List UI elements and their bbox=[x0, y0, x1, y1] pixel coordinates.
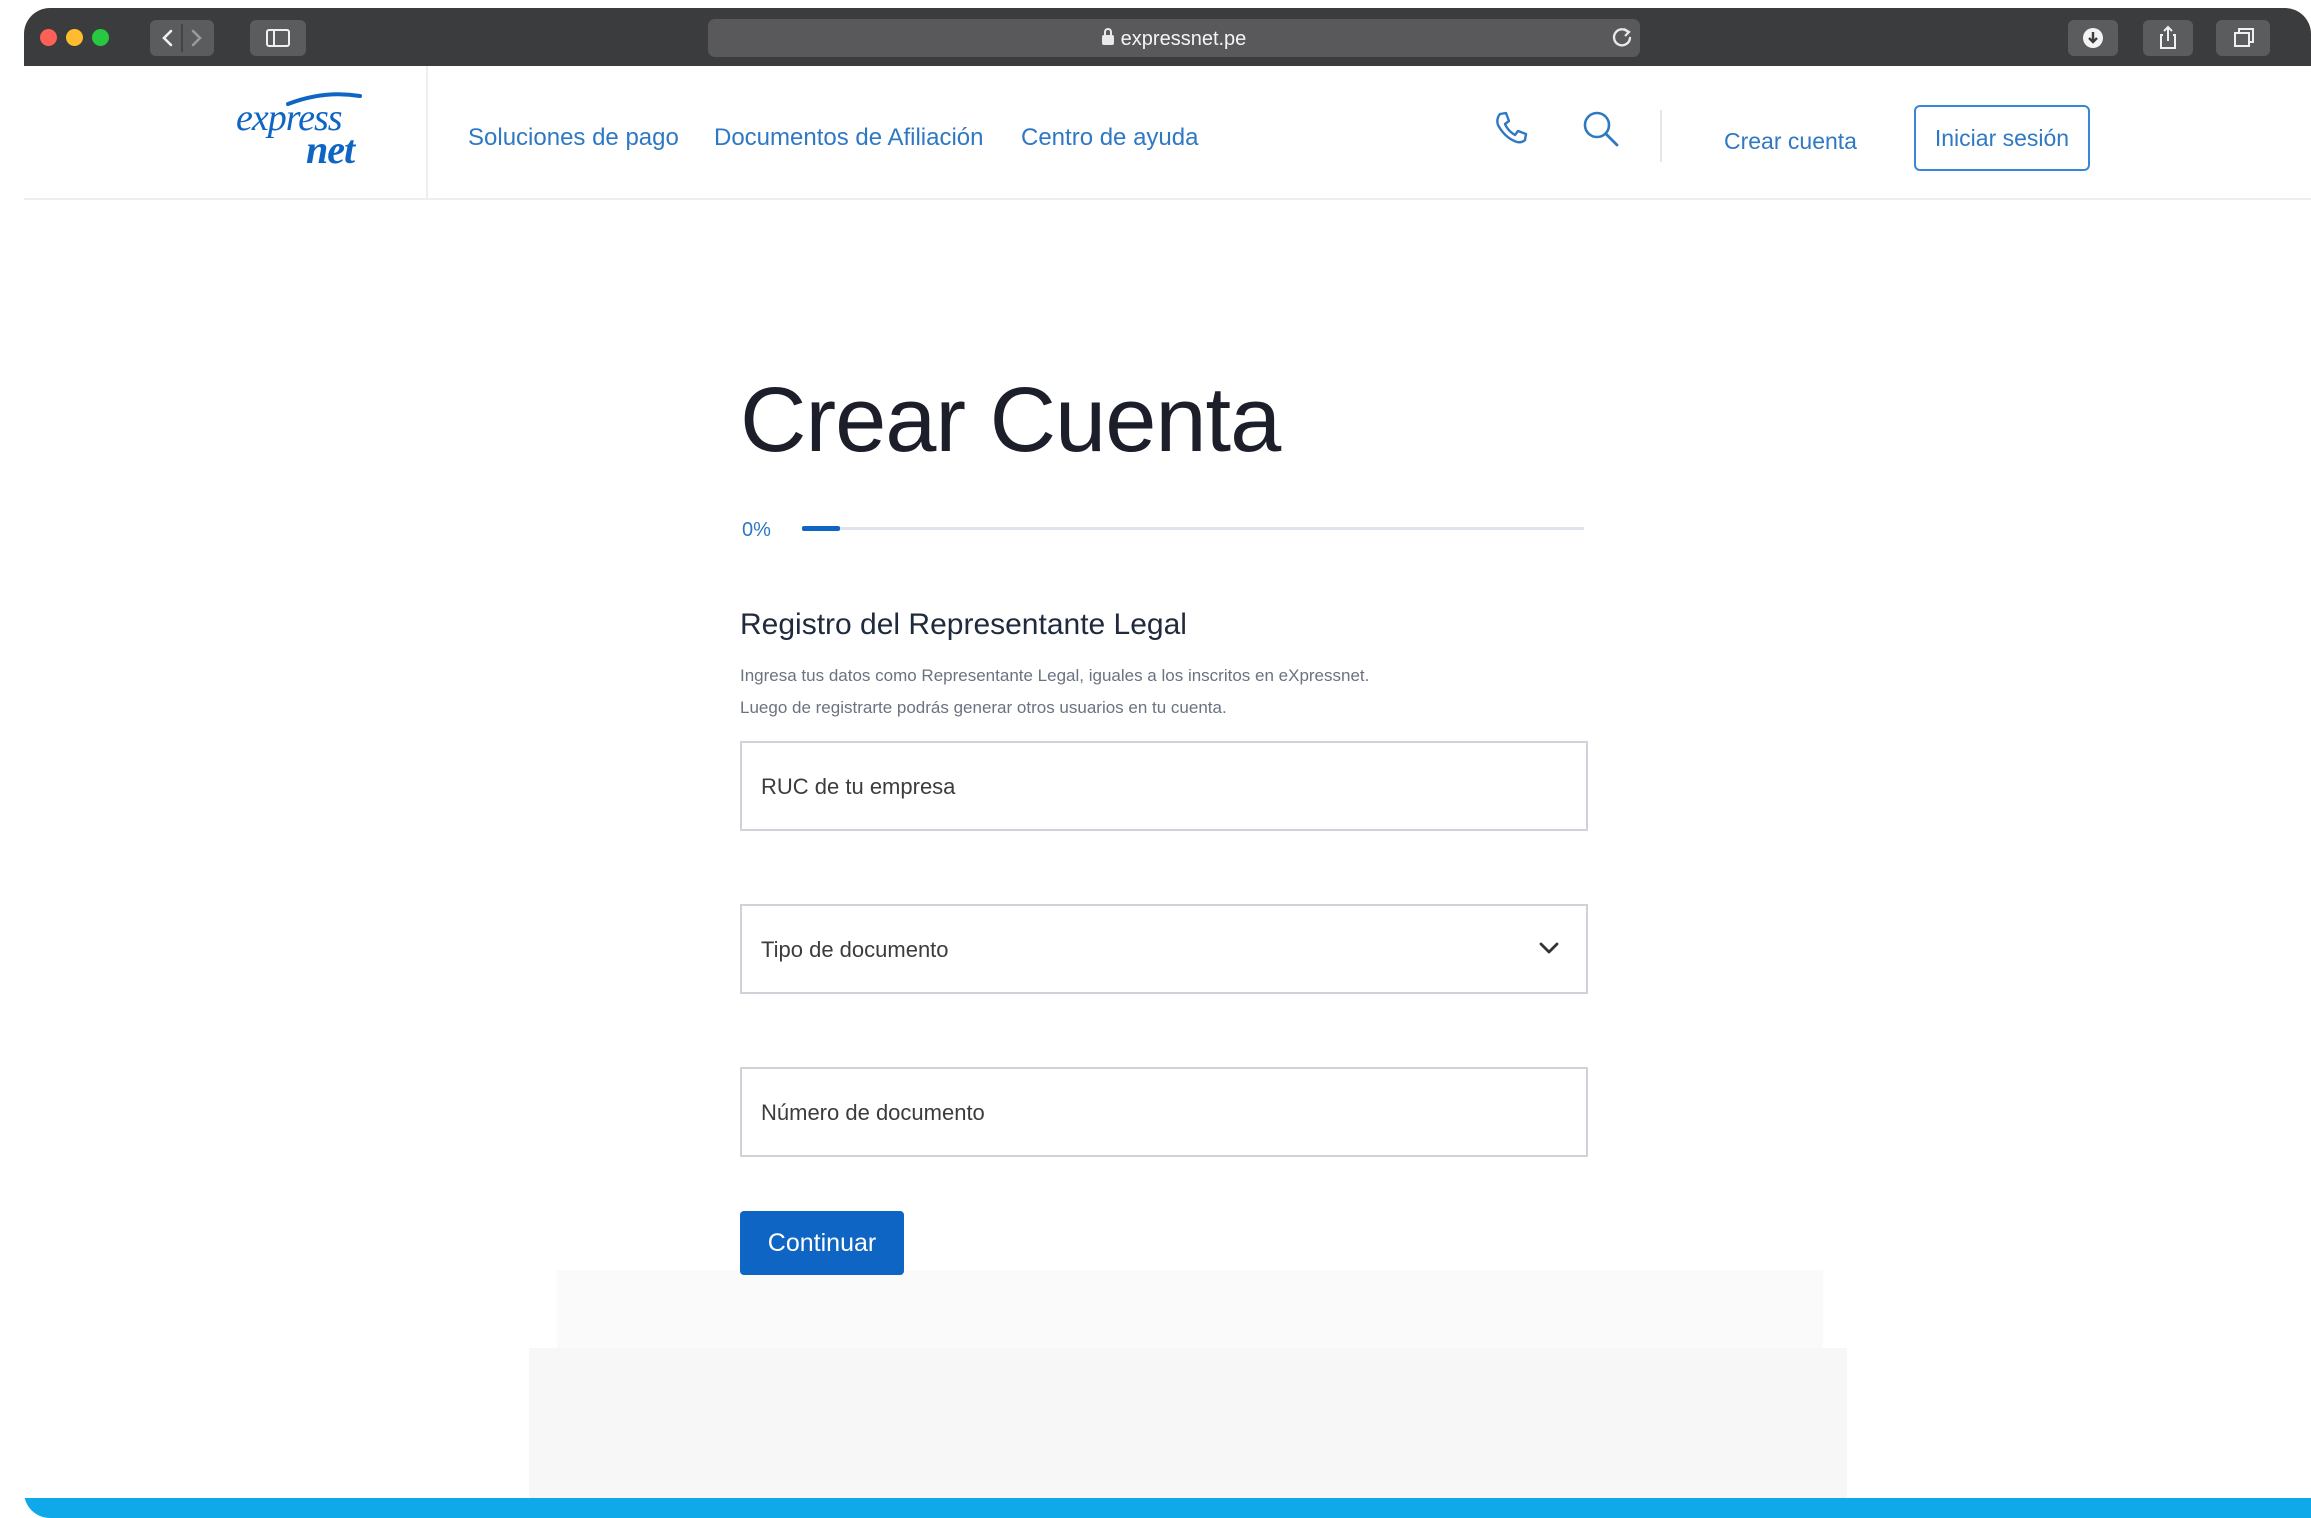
browser-toolbar: expressnet.pe bbox=[24, 8, 2311, 66]
nav-centro-de-ayuda[interactable]: Centro de ayuda bbox=[1021, 124, 1198, 152]
nav-soluciones-de-pago[interactable]: Soluciones de pago bbox=[468, 124, 679, 152]
description-line-2: Luego de registrarte podrás generar otro… bbox=[740, 698, 1227, 717]
description-line-1: Ingresa tus datos como Representante Leg… bbox=[740, 666, 1370, 685]
document-type-select[interactable]: Tipo de documento bbox=[740, 904, 1588, 994]
nav-documentos-de-afiliacion[interactable]: Documentos de Afiliación bbox=[714, 124, 983, 152]
site-header: express net Soluciones de pago Documento… bbox=[24, 66, 2311, 200]
document-type-placeholder: Tipo de documento bbox=[761, 937, 949, 962]
section-description: Ingresa tus datos como Representante Leg… bbox=[740, 660, 1369, 724]
downloads-button[interactable] bbox=[2068, 20, 2118, 56]
download-icon bbox=[2083, 28, 2103, 48]
ruc-placeholder: RUC de tu empresa bbox=[761, 774, 956, 799]
share-icon bbox=[2160, 25, 2176, 49]
background-shade-lower bbox=[529, 1348, 1847, 1510]
page-title: Crear Cuenta bbox=[740, 369, 1281, 471]
sidebar-button[interactable] bbox=[250, 20, 306, 56]
logo-word-net: net bbox=[306, 127, 355, 172]
header-divider bbox=[1660, 110, 1662, 162]
back-forward-buttons[interactable] bbox=[150, 20, 214, 56]
minimize-window-button[interactable] bbox=[66, 29, 83, 46]
progress-fill bbox=[802, 526, 840, 531]
close-window-button[interactable] bbox=[40, 29, 57, 46]
share-button[interactable] bbox=[2143, 20, 2193, 56]
tabs-button[interactable] bbox=[2216, 20, 2270, 56]
search-icon[interactable] bbox=[1580, 108, 1622, 150]
zoom-window-button[interactable] bbox=[92, 29, 109, 46]
reload-icon[interactable] bbox=[1609, 24, 1635, 50]
create-account-link[interactable]: Crear cuenta bbox=[1724, 128, 1857, 155]
browser-window: expressnet.pe express net Soluciones de … bbox=[24, 8, 2311, 1518]
address-bar[interactable]: expressnet.pe bbox=[708, 19, 1640, 57]
ruc-input[interactable]: RUC de tu empresa bbox=[740, 741, 1588, 831]
url-text: expressnet.pe bbox=[1120, 28, 1247, 50]
forward-icon bbox=[191, 29, 202, 47]
sidebar-icon bbox=[266, 29, 290, 47]
accent-bar bbox=[24, 1498, 2311, 1518]
progress-label: 0% bbox=[742, 519, 771, 541]
document-number-placeholder: Número de documento bbox=[761, 1100, 985, 1125]
lock-icon bbox=[1101, 28, 1114, 45]
continue-button[interactable]: Continuar bbox=[740, 1211, 904, 1275]
back-icon[interactable] bbox=[150, 20, 214, 56]
logo-area: express net bbox=[24, 66, 428, 198]
phone-icon[interactable] bbox=[1492, 108, 1532, 148]
progress-bar bbox=[802, 526, 1584, 531]
chevron-down-icon bbox=[1539, 942, 1559, 954]
login-button[interactable]: Iniciar sesión bbox=[1914, 105, 2090, 171]
section-title: Registro del Representante Legal bbox=[740, 608, 1187, 641]
tabs-icon bbox=[2234, 28, 2254, 47]
document-number-input[interactable]: Número de documento bbox=[740, 1067, 1588, 1157]
expressnet-logo[interactable]: express net bbox=[236, 92, 386, 174]
